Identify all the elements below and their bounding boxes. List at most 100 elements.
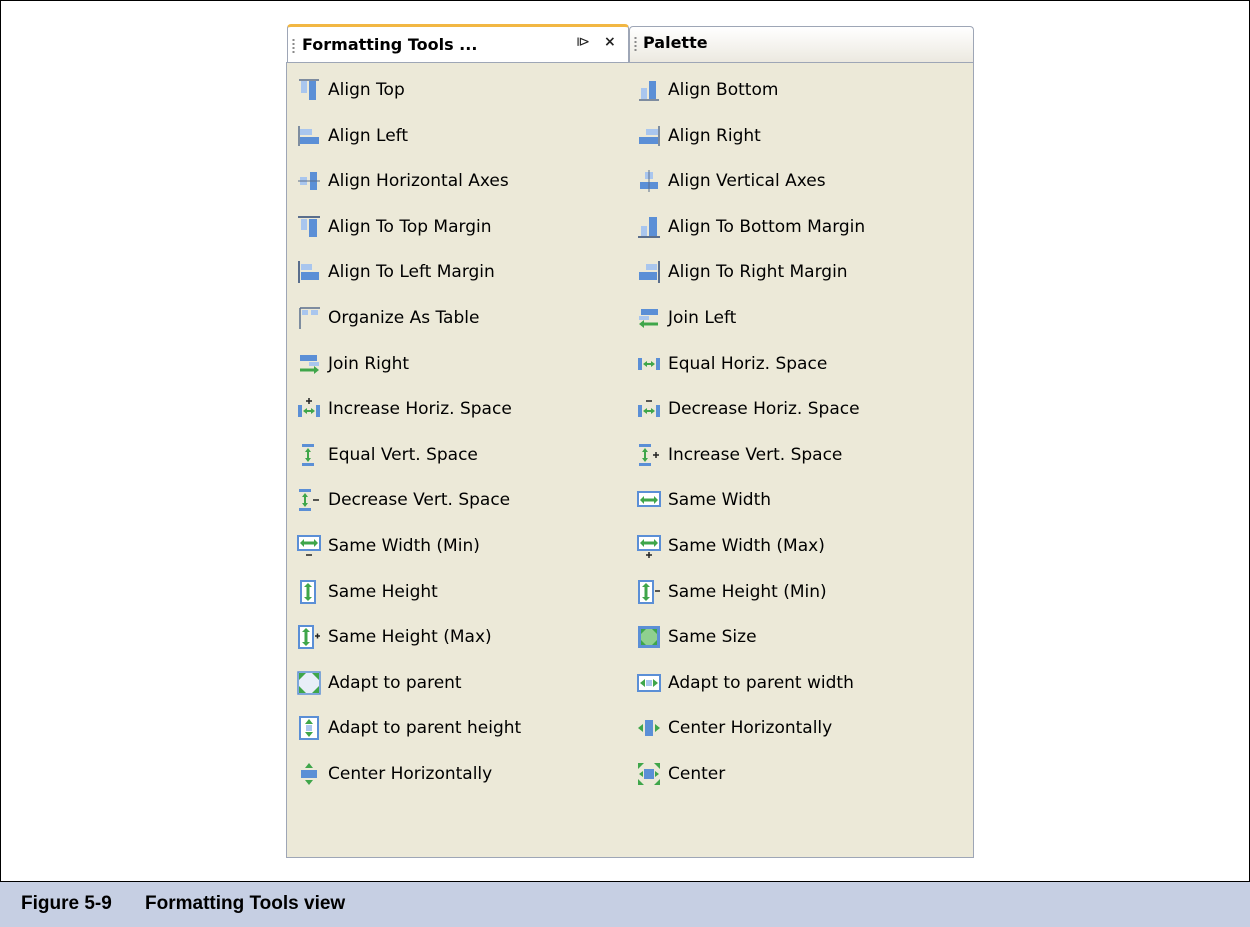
same-width-min-icon	[297, 534, 321, 558]
tool-item[interactable]: Equal Horiz. Space	[637, 349, 827, 379]
tool-label: Align Bottom	[668, 80, 779, 100]
tool-item[interactable]: Same Width	[637, 485, 771, 515]
organize-table-icon	[297, 306, 321, 330]
formatting-tools-panel: Formatting Tools ... ⧐ × Palette Align T…	[286, 24, 974, 858]
same-height-min-icon	[637, 579, 661, 604]
tool-label: Align To Left Margin	[328, 262, 495, 283]
tool-item[interactable]: Join Left	[637, 303, 736, 333]
align-vertical-axes-icon	[637, 169, 661, 193]
tool-label: Increase Vert. Space	[668, 444, 843, 465]
same-height-max-icon	[297, 625, 321, 650]
tool-label: Align To Top Margin	[328, 216, 492, 237]
tool-item[interactable]: Align Left	[297, 121, 408, 151]
adapt-parent-height-icon	[297, 716, 321, 741]
tool-label: Adapt to parent width	[668, 672, 854, 693]
increase-horiz-space-icon	[297, 397, 321, 421]
tool-item[interactable]: Equal Vert. Space	[297, 440, 478, 470]
tool-label: Join Right	[328, 353, 410, 374]
align-left-icon	[297, 124, 321, 148]
align-top-icon	[297, 78, 321, 102]
close-button[interactable]: ×	[604, 34, 616, 50]
tool-item[interactable]: Same Height	[297, 577, 438, 607]
tool-item[interactable]: Decrease Vert. Space	[297, 485, 510, 515]
tool-item[interactable]: Increase Vert. Space	[637, 440, 842, 470]
tool-label: Align Top	[328, 80, 405, 100]
increase-vert-space-icon	[637, 443, 661, 467]
tool-label: Organize As Table	[328, 308, 480, 328]
tool-item[interactable]: Align Bottom	[637, 75, 778, 105]
align-right-margin-icon	[637, 260, 661, 284]
figure-caption: Figure 5-9 Formatting Tools view	[0, 881, 1250, 927]
tool-item[interactable]: Align To Top Margin	[297, 212, 492, 242]
tool-label: Align To Right Margin	[668, 262, 848, 283]
tab-formatting-tools[interactable]: Formatting Tools ... ⧐ ×	[287, 24, 629, 62]
tool-item[interactable]: Adapt to parent width	[637, 668, 854, 698]
caption-title: Formatting Tools view	[145, 893, 346, 914]
tool-label: Same Height	[328, 581, 438, 602]
tab-formatting-tools-label: Formatting Tools ...	[302, 35, 478, 54]
same-size-icon	[637, 625, 661, 649]
adapt-parent-width-icon	[637, 671, 661, 695]
tool-item[interactable]: Align Horizontal Axes	[297, 166, 509, 196]
tool-item[interactable]: Align To Bottom Margin	[637, 212, 865, 242]
tool-item[interactable]: Same Size	[637, 622, 757, 652]
tool-label: Same Height (Min)	[668, 581, 827, 602]
tool-label: Decrease Horiz. Space	[668, 399, 860, 420]
tool-label: Increase Horiz. Space	[328, 399, 512, 420]
align-top-margin-icon	[297, 215, 321, 239]
caption-number: Figure 5-9	[21, 893, 112, 914]
tool-label: Same Width (Max)	[668, 536, 825, 556]
tool-label: Same Size	[668, 627, 757, 648]
tool-label: Same Width	[668, 490, 772, 511]
decrease-vert-space-icon	[297, 488, 321, 512]
minimize-button[interactable]: ⧐	[576, 34, 590, 50]
tool-label: Equal Vert. Space	[328, 444, 478, 465]
tool-item[interactable]: Center Horizontally	[637, 713, 832, 743]
join-right-icon	[297, 352, 321, 376]
tool-item[interactable]: Adapt to parent	[297, 668, 462, 698]
adapt-parent-icon	[297, 671, 321, 695]
align-bottom-margin-icon	[637, 215, 661, 239]
tab-grip-handle[interactable]	[634, 36, 637, 52]
tool-label: Adapt to parent height	[328, 718, 522, 739]
decrease-horiz-space-icon	[637, 397, 661, 421]
tool-item[interactable]: Align To Left Margin	[297, 257, 495, 287]
same-width-max-icon	[637, 534, 661, 558]
tab-grip-handle[interactable]	[292, 38, 295, 54]
align-left-margin-icon	[297, 260, 321, 284]
tool-label: Align Horizontal Axes	[328, 171, 509, 192]
tool-label: Align Left	[328, 125, 409, 146]
tools-list: Align Top Align Bottom Align Left Align Rig…	[286, 62, 974, 858]
align-right-icon	[637, 124, 661, 148]
tool-item[interactable]: Organize As Table	[297, 303, 479, 333]
tool-item[interactable]: Align To Right Margin	[637, 257, 848, 287]
tool-label: Align Right	[668, 125, 761, 146]
equal-vert-space-icon	[297, 443, 321, 467]
tool-item[interactable]: Same Height (Max)	[297, 622, 492, 652]
tool-label: Same Width (Min)	[328, 536, 480, 556]
tool-label: Align To Bottom Margin	[668, 216, 866, 237]
tool-label: Join Left	[668, 308, 737, 328]
tool-item[interactable]: Adapt to parent height	[297, 713, 521, 743]
tool-item[interactable]: Join Right	[297, 349, 409, 379]
tool-label: Same Height (Max)	[328, 627, 492, 648]
same-height-icon	[297, 579, 321, 604]
equal-horiz-space-icon	[637, 352, 661, 376]
tool-label: Decrease Vert. Space	[328, 490, 511, 511]
tool-item[interactable]: Decrease Horiz. Space	[637, 394, 860, 424]
tool-item[interactable]: Align Right	[637, 121, 761, 151]
tool-label: Align Vertical Axes	[668, 171, 826, 192]
tool-item[interactable]: Center	[637, 759, 725, 789]
align-bottom-icon	[637, 78, 661, 102]
tool-label: Adapt to parent	[328, 672, 462, 693]
tab-palette[interactable]: Palette	[629, 26, 974, 62]
tool-item[interactable]: Align Vertical Axes	[637, 166, 826, 196]
tool-item[interactable]: Increase Horiz. Space	[297, 394, 512, 424]
tool-item[interactable]: Same Width (Min)	[297, 531, 480, 561]
join-left-icon	[637, 306, 661, 330]
tool-item[interactable]: Same Width (Max)	[637, 531, 825, 561]
tool-item[interactable]: Center Horizontally	[297, 759, 492, 789]
tool-item[interactable]: Same Height (Min)	[637, 577, 827, 607]
tool-label: Center Horizontally	[668, 718, 833, 739]
tool-item[interactable]: Align Top	[297, 75, 405, 105]
